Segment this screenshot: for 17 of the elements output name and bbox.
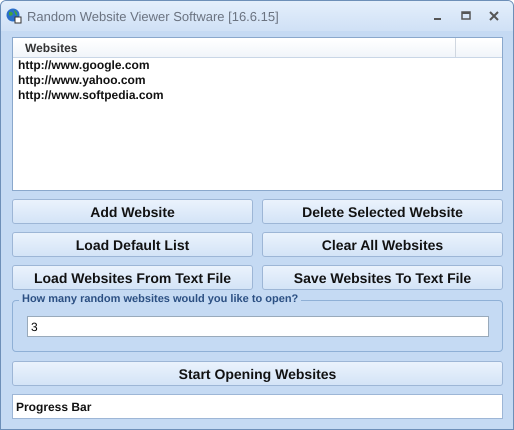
action-button[interactable]: Load Default List — [12, 232, 253, 257]
action-button[interactable]: Clear All Websites — [262, 232, 503, 257]
group-label: How many random websites would you like to open? — [19, 293, 302, 305]
list-item[interactable]: http://www.yahoo.com — [13, 73, 502, 88]
action-button[interactable]: Delete Selected Website — [262, 199, 503, 224]
globe-icon — [6, 8, 22, 24]
website-list[interactable]: Websites http://www.google.com http://www.yahoo.com http://www.softpedia.com — [12, 37, 503, 191]
action-button[interactable]: Add Website — [12, 199, 253, 224]
count-field[interactable]: 3 — [27, 316, 489, 337]
window-title: Random Website Viewer Software [16.6.15] — [27, 8, 280, 24]
list-item[interactable]: http://www.softpedia.com — [13, 88, 502, 103]
start-button[interactable]: Start Opening Websites — [12, 361, 503, 386]
maximize-icon[interactable] — [461, 11, 471, 21]
close-icon[interactable] — [489, 11, 499, 21]
list-item[interactable]: http://www.google.com — [13, 58, 502, 73]
action-button[interactable]: Load Websites From Text File — [12, 265, 253, 290]
action-button[interactable]: Save Websites To Text File — [262, 265, 503, 290]
